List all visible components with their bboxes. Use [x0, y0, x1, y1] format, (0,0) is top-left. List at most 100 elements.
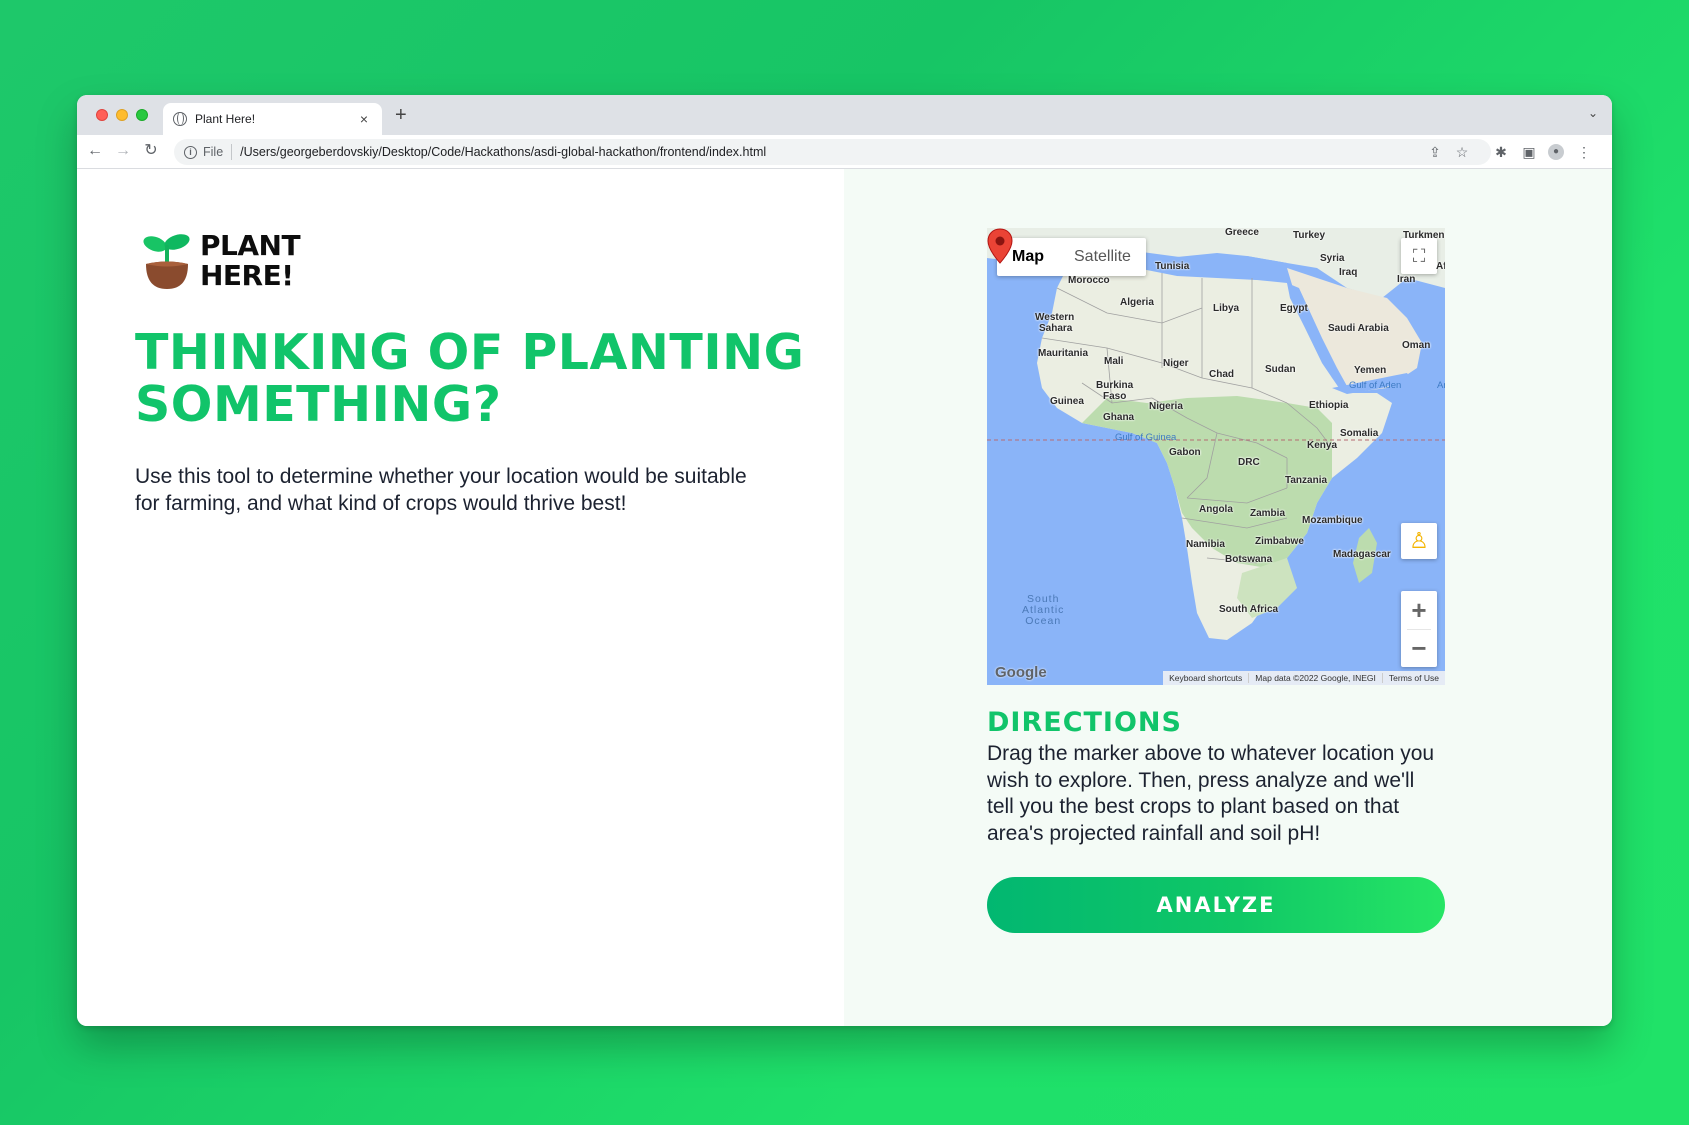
extensions-icon[interactable]: ✱ — [1493, 144, 1509, 160]
analyze-button[interactable]: ANALYZE — [987, 877, 1445, 933]
map-label: Algeria — [1120, 297, 1154, 308]
tab-search-icon[interactable]: ⌄ — [1588, 106, 1598, 120]
map-label: Tanzania — [1285, 475, 1328, 486]
headline-line-1: THINKING OF PLANTING — [135, 324, 805, 381]
left-pane: PLANT HERE! THINKING OF PLANTING SOMETHI… — [77, 169, 844, 1026]
map-label: Turkey — [1293, 230, 1326, 241]
map-label: Burkina — [1096, 380, 1134, 391]
url-text[interactable]: /Users/georgeberdovskiy/Desktop/Code/Hac… — [240, 145, 766, 159]
zoom-separator — [1407, 629, 1431, 630]
map-label: Mauritania — [1038, 348, 1089, 359]
terms-of-use-link[interactable]: Terms of Use — [1381, 673, 1445, 683]
logo-line-2: HERE! — [200, 259, 294, 292]
map-label: Ghana — [1103, 412, 1135, 423]
info-icon[interactable]: i — [184, 145, 197, 159]
reload-icon[interactable]: ↻ — [141, 142, 161, 160]
share-icon[interactable]: ⇪ — [1427, 144, 1443, 160]
map-label: Sudan — [1265, 364, 1296, 375]
tab-bar: Plant Here! × + ⌄ — [77, 95, 1612, 135]
globe-icon — [173, 112, 187, 126]
map-label: Kenya — [1307, 440, 1338, 451]
map-label: Libya — [1213, 303, 1240, 314]
map-label: Af — [1436, 261, 1445, 272]
map-widget[interactable]: Map Satellite ⛶ ♙ + − Greece Turkey Turk… — [987, 228, 1445, 685]
map-label: Turkmeni — [1403, 230, 1445, 241]
pegman-icon[interactable]: ♙ — [1401, 523, 1437, 559]
map-label: Faso — [1103, 391, 1127, 402]
close-window-button[interactable] — [96, 109, 108, 121]
zoom-in-button[interactable]: + — [1401, 591, 1437, 629]
map-label: South Africa — [1219, 604, 1279, 615]
map-label: Angola — [1199, 504, 1233, 515]
map-label: Saudi Arabia — [1328, 323, 1389, 334]
directions-title: DIRECTIONS — [987, 707, 1182, 738]
map-label: Botswana — [1225, 554, 1273, 565]
map-label: Zambia — [1250, 508, 1286, 519]
ocean-label-line-3: Ocean — [1025, 615, 1062, 627]
map-label: Egypt — [1280, 303, 1308, 314]
fullscreen-icon[interactable]: ⛶ — [1401, 238, 1437, 274]
file-label: File — [203, 145, 224, 159]
page-content: PLANT HERE! THINKING OF PLANTING SOMETHI… — [77, 169, 1612, 1026]
page-title: THINKING OF PLANTING SOMETHING? — [135, 327, 815, 431]
intro-text: Use this tool to determine whether your … — [135, 465, 747, 515]
map-label: Oman — [1402, 340, 1431, 351]
map-label: Tunisia — [1155, 261, 1190, 272]
map-label: Mozambique — [1302, 515, 1363, 526]
map-type-control: Map Satellite — [997, 238, 1146, 276]
omnibox-separator — [231, 144, 233, 160]
map-label: Zimbabwe — [1255, 536, 1304, 547]
minimize-window-button[interactable] — [116, 109, 128, 121]
map-label: Chad — [1209, 369, 1234, 380]
maximize-window-button[interactable] — [136, 109, 148, 121]
directions-text: Drag the marker above to whatever locati… — [987, 742, 1435, 845]
logo-text: PLANT HERE! — [200, 229, 301, 292]
map-label: Morocco — [1068, 275, 1110, 286]
ocean-label: South Atlantic Ocean — [1022, 594, 1064, 627]
map-type-satellite-button[interactable]: Satellite — [1059, 238, 1146, 276]
right-pane: Map Satellite ⛶ ♙ + − Greece Turkey Turk… — [844, 169, 1612, 1026]
map-label: Syria — [1320, 253, 1345, 264]
keyboard-shortcuts-link[interactable]: Keyboard shortcuts — [1163, 673, 1248, 683]
map-label: Madagascar — [1333, 549, 1391, 560]
map-label: Somalia — [1340, 428, 1379, 439]
tab-close-icon[interactable]: × — [356, 111, 372, 127]
map-label: Mali — [1104, 356, 1124, 367]
zoom-out-button[interactable]: − — [1401, 629, 1437, 667]
logo-line-1: PLANT — [200, 229, 301, 262]
map-label: Iran — [1397, 274, 1416, 285]
map-label: Niger — [1163, 358, 1189, 369]
star-icon[interactable]: ☆ — [1454, 144, 1470, 160]
map-label: Gulf of Guinea — [1115, 432, 1177, 443]
headline-line-2: SOMETHING? — [135, 376, 502, 433]
new-tab-button[interactable]: + — [395, 104, 407, 126]
location-marker-icon[interactable] — [987, 228, 1013, 264]
forward-icon[interactable]: → — [113, 142, 133, 160]
map-label: Gabon — [1169, 447, 1201, 458]
map-label: Guinea — [1050, 396, 1084, 407]
map-label: Greece — [1225, 228, 1259, 238]
menu-icon[interactable]: ⋮ — [1576, 144, 1592, 160]
map-label: Namibia — [1186, 539, 1225, 550]
map-label: Iraq — [1339, 267, 1358, 278]
address-bar[interactable]: i File /Users/georgeberdovskiy/Desktop/C… — [174, 139, 1491, 165]
map-data-attribution: Map data ©2022 Google, INEGI — [1248, 673, 1382, 683]
sprout-logo-icon — [142, 231, 192, 291]
map-label: Western — [1035, 312, 1075, 323]
map-label: Gulf of Aden — [1349, 380, 1402, 391]
map-label: Ethiopia — [1309, 400, 1349, 411]
map-label: Ar — [1437, 380, 1445, 391]
logo: PLANT HERE! — [142, 229, 301, 292]
map-label: Sahara — [1039, 323, 1073, 334]
back-icon[interactable]: ← — [85, 142, 105, 160]
map-label: Yemen — [1354, 365, 1387, 376]
map-footer: Keyboard shortcuts Map data ©2022 Google… — [1163, 671, 1445, 685]
profile-icon[interactable]: ● — [1548, 144, 1564, 160]
browser-tab[interactable]: Plant Here! × — [163, 103, 382, 135]
map-label: DRC — [1238, 457, 1260, 468]
browser-toolbar: ← → ↻ i File /Users/georgeberdovskiy/Des… — [77, 135, 1612, 169]
browser-window: Plant Here! × + ⌄ ← → ↻ i File /Users/ge… — [77, 95, 1612, 1026]
map-label: Nigeria — [1149, 401, 1183, 412]
google-logo[interactable]: Google — [995, 664, 1047, 681]
sidepanel-icon[interactable]: ▣ — [1521, 144, 1537, 160]
